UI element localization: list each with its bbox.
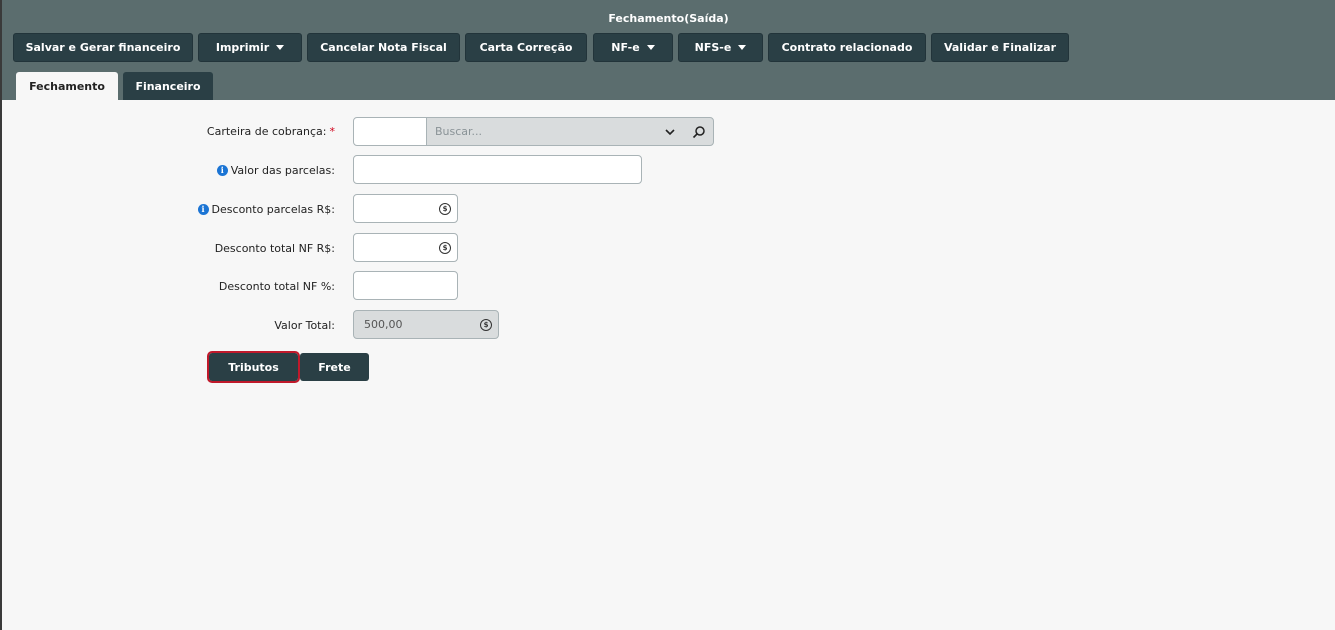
chevron-down-icon[interactable] — [665, 127, 675, 137]
tab-financeiro[interactable]: Financeiro — [123, 72, 213, 100]
nfe-button[interactable]: NF-e — [593, 33, 673, 62]
required-mark: * — [329, 124, 336, 138]
validar-finalizar-button[interactable]: Validar e Finalizar — [931, 33, 1069, 62]
carteira-search-input[interactable]: Buscar... — [426, 117, 714, 146]
salvar-gerar-financeiro-button[interactable]: Salvar e Gerar financeiro — [13, 33, 193, 62]
tab-fechamento[interactable]: Fechamento — [16, 72, 118, 100]
desconto-total-pct-input[interactable] — [353, 271, 458, 300]
valor-total-input: 500,00 $ — [353, 310, 499, 339]
desconto-total-pct-label: Desconto total NF %: — [218, 279, 335, 293]
carteira-lookup: Buscar... — [353, 117, 714, 146]
coin-icon: $ — [439, 242, 451, 254]
frete-button[interactable]: Frete — [300, 353, 369, 381]
valor-parcelas-label: i Valor das parcelas: — [216, 162, 335, 178]
caret-down-icon — [738, 45, 747, 50]
valor-parcelas-input[interactable] — [353, 155, 642, 184]
search-icon[interactable] — [692, 125, 706, 139]
coin-icon: $ — [439, 203, 451, 215]
caret-down-icon — [276, 45, 285, 50]
window: Fechamento(Saída) Salvar e Gerar finance… — [0, 0, 1335, 630]
desconto-total-nf-input[interactable]: $ — [353, 233, 458, 262]
desconto-total-nf-label: Desconto total NF R$: — [214, 241, 335, 255]
info-icon[interactable]: i — [197, 203, 209, 215]
info-icon[interactable]: i — [216, 164, 228, 176]
coin-icon: $ — [480, 319, 492, 331]
caret-down-icon — [646, 45, 655, 50]
search-placeholder: Buscar... — [435, 125, 483, 138]
header-bar: Fechamento(Saída) Salvar e Gerar finance… — [2, 0, 1335, 100]
carteira-code-input[interactable] — [353, 117, 427, 146]
tributos-button[interactable]: Tributos — [207, 351, 300, 383]
carta-correcao-button[interactable]: Carta Correção — [465, 33, 587, 62]
desconto-parcelas-input[interactable]: $ — [353, 194, 458, 223]
nfse-button[interactable]: NFS-e — [678, 33, 763, 62]
contrato-relacionado-button[interactable]: Contrato relacionado — [768, 33, 926, 62]
carteira-label: Carteira de cobrança: * — [206, 124, 336, 138]
desconto-parcelas-label: i Desconto parcelas R$: — [197, 201, 335, 217]
imprimir-button[interactable]: Imprimir — [198, 33, 302, 62]
window-title: Fechamento(Saída) — [608, 12, 729, 25]
valor-total-label: Valor Total: — [274, 318, 335, 332]
cancelar-nota-fiscal-button[interactable]: Cancelar Nota Fiscal — [307, 33, 460, 62]
